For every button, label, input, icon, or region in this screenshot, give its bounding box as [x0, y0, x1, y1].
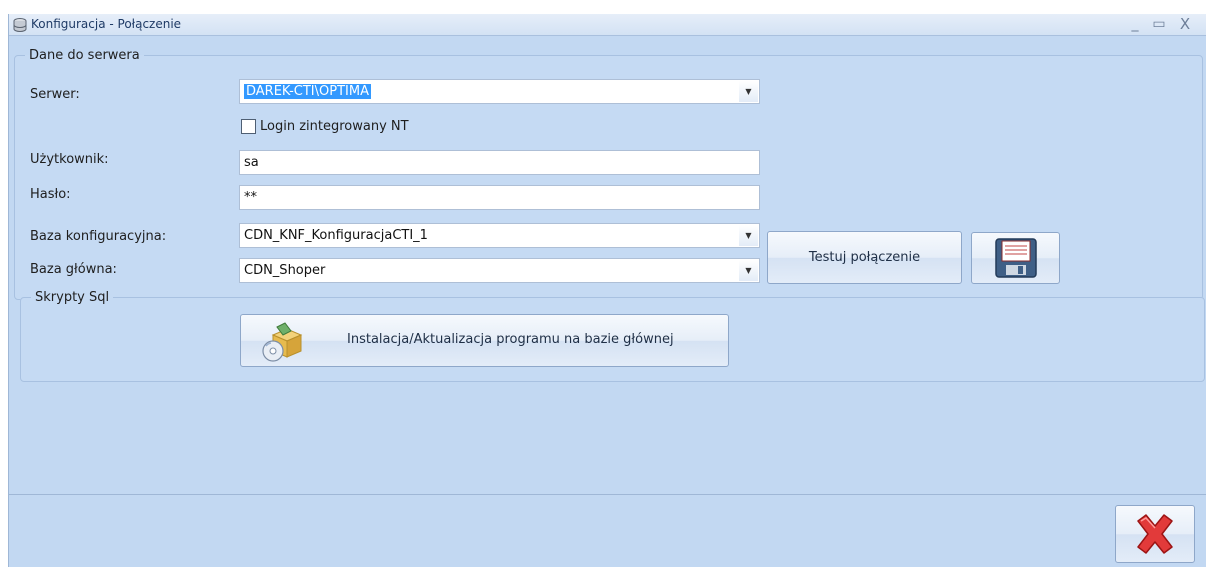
- nt-login-checkbox[interactable]: [241, 119, 256, 134]
- user-input[interactable]: sa: [239, 150, 760, 175]
- red-x-icon: [1137, 514, 1173, 554]
- config-db-value: CDN_KNF_KonfiguracjaCTI_1: [244, 228, 428, 243]
- server-label: Serwer:: [30, 87, 80, 102]
- minimize-button[interactable]: _: [1125, 15, 1145, 33]
- install-package-icon: [262, 322, 303, 362]
- main-db-select[interactable]: CDN_Shoper ▼: [239, 258, 760, 283]
- test-connection-button[interactable]: Testuj połączenie: [767, 231, 962, 284]
- database-icon: [13, 18, 27, 32]
- server-value: DAREK-CTI\OPTIMA: [244, 84, 371, 99]
- footer-bar: [9, 494, 1206, 567]
- install-update-button[interactable]: Instalacja/Aktualizacja programu na bazi…: [240, 314, 729, 367]
- server-data-legend: Dane do serwera: [29, 48, 140, 63]
- cancel-button[interactable]: [1115, 505, 1195, 563]
- maximize-button[interactable]: ▭: [1149, 15, 1169, 33]
- chevron-down-icon[interactable]: ▼: [739, 81, 758, 102]
- user-label: Użytkownik:: [30, 152, 109, 167]
- nt-login-label[interactable]: Login zintegrowany NT: [260, 119, 409, 134]
- sql-scripts-legend: Skrypty Sql: [35, 290, 110, 305]
- server-select[interactable]: DAREK-CTI\OPTIMA ▼: [239, 79, 760, 104]
- password-label: Hasło:: [30, 187, 71, 202]
- window-title: Konfiguracja - Połączenie: [31, 17, 182, 31]
- save-button[interactable]: [971, 232, 1060, 284]
- floppy-disk-icon: [995, 238, 1037, 278]
- password-input[interactable]: **: [239, 185, 760, 210]
- close-window-button[interactable]: X: [1175, 15, 1195, 33]
- main-db-label: Baza główna:: [30, 262, 117, 277]
- config-db-select[interactable]: CDN_KNF_KonfiguracjaCTI_1 ▼: [239, 223, 760, 248]
- main-db-value: CDN_Shoper: [244, 263, 326, 278]
- config-db-label: Baza konfiguracyjna:: [30, 229, 167, 244]
- install-update-label: Instalacja/Aktualizacja programu na bazi…: [347, 332, 674, 347]
- connection-config-window: Konfiguracja - Połączenie _ ▭ X Dane do …: [8, 14, 1206, 567]
- chevron-down-icon[interactable]: ▼: [739, 225, 758, 246]
- test-connection-label: Testuj połączenie: [808, 250, 921, 265]
- title-bar: Konfiguracja - Połączenie _ ▭ X: [9, 14, 1206, 36]
- chevron-down-icon[interactable]: ▼: [739, 260, 758, 281]
